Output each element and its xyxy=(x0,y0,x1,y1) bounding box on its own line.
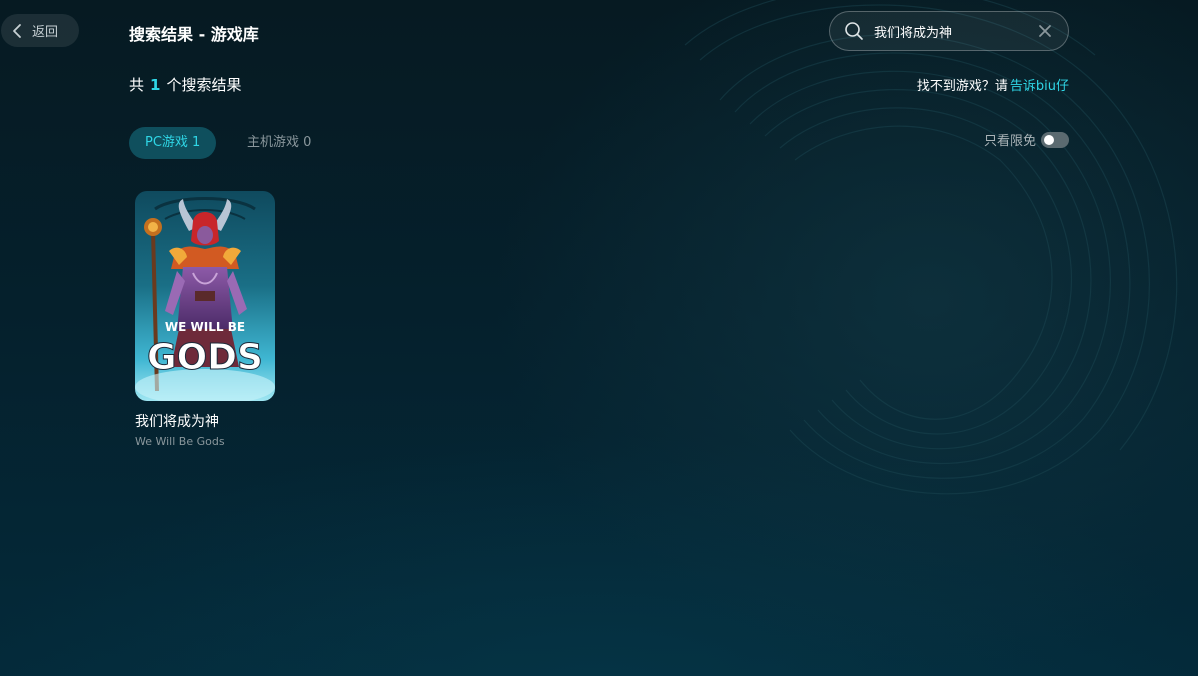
back-button[interactable]: 返回 xyxy=(1,14,79,47)
feedback-link[interactable]: 告诉biu仔 xyxy=(1010,79,1069,94)
result-count-suffix: 个搜索结果 xyxy=(166,76,242,94)
chevron-left-icon xyxy=(13,23,21,38)
free-only-toggle[interactable] xyxy=(1041,131,1069,148)
search-box[interactable] xyxy=(829,11,1069,51)
tab-pc-games[interactable]: PC游戏 1 xyxy=(129,127,217,159)
result-count-number: 1 xyxy=(150,76,161,94)
free-only-filter: 只看限免 xyxy=(984,130,1069,149)
page-title: 搜索结果 - 游戏库 xyxy=(129,25,259,44)
game-title: 我们将成为神 xyxy=(135,414,219,430)
cover-logo-line2: GODS xyxy=(147,337,263,378)
result-count: 共 1 个搜索结果 xyxy=(129,74,241,95)
tab-console-games[interactable]: 主机游戏 0 xyxy=(247,127,311,159)
feedback-prompt: 找不到游戏？请 告诉biu仔 xyxy=(917,75,1069,94)
back-label: 返回 xyxy=(32,25,59,40)
toggle-knob xyxy=(1044,134,1054,145)
feedback-text: 找不到游戏？请 xyxy=(916,79,1008,94)
cover-logo-line1: WE WILL BE xyxy=(165,320,245,334)
search-input[interactable] xyxy=(874,23,1014,39)
game-card[interactable]: WE WILL BE GODS 我们将成为神 We Will Be Gods xyxy=(135,191,275,448)
game-cover-image: WE WILL BE GODS xyxy=(135,191,275,401)
result-count-prefix: 共 xyxy=(129,76,145,94)
game-subtitle: We Will Be Gods xyxy=(135,435,225,448)
close-icon[interactable] xyxy=(1038,24,1052,38)
search-icon xyxy=(845,22,863,40)
free-only-label: 只看限免 xyxy=(983,134,1036,149)
